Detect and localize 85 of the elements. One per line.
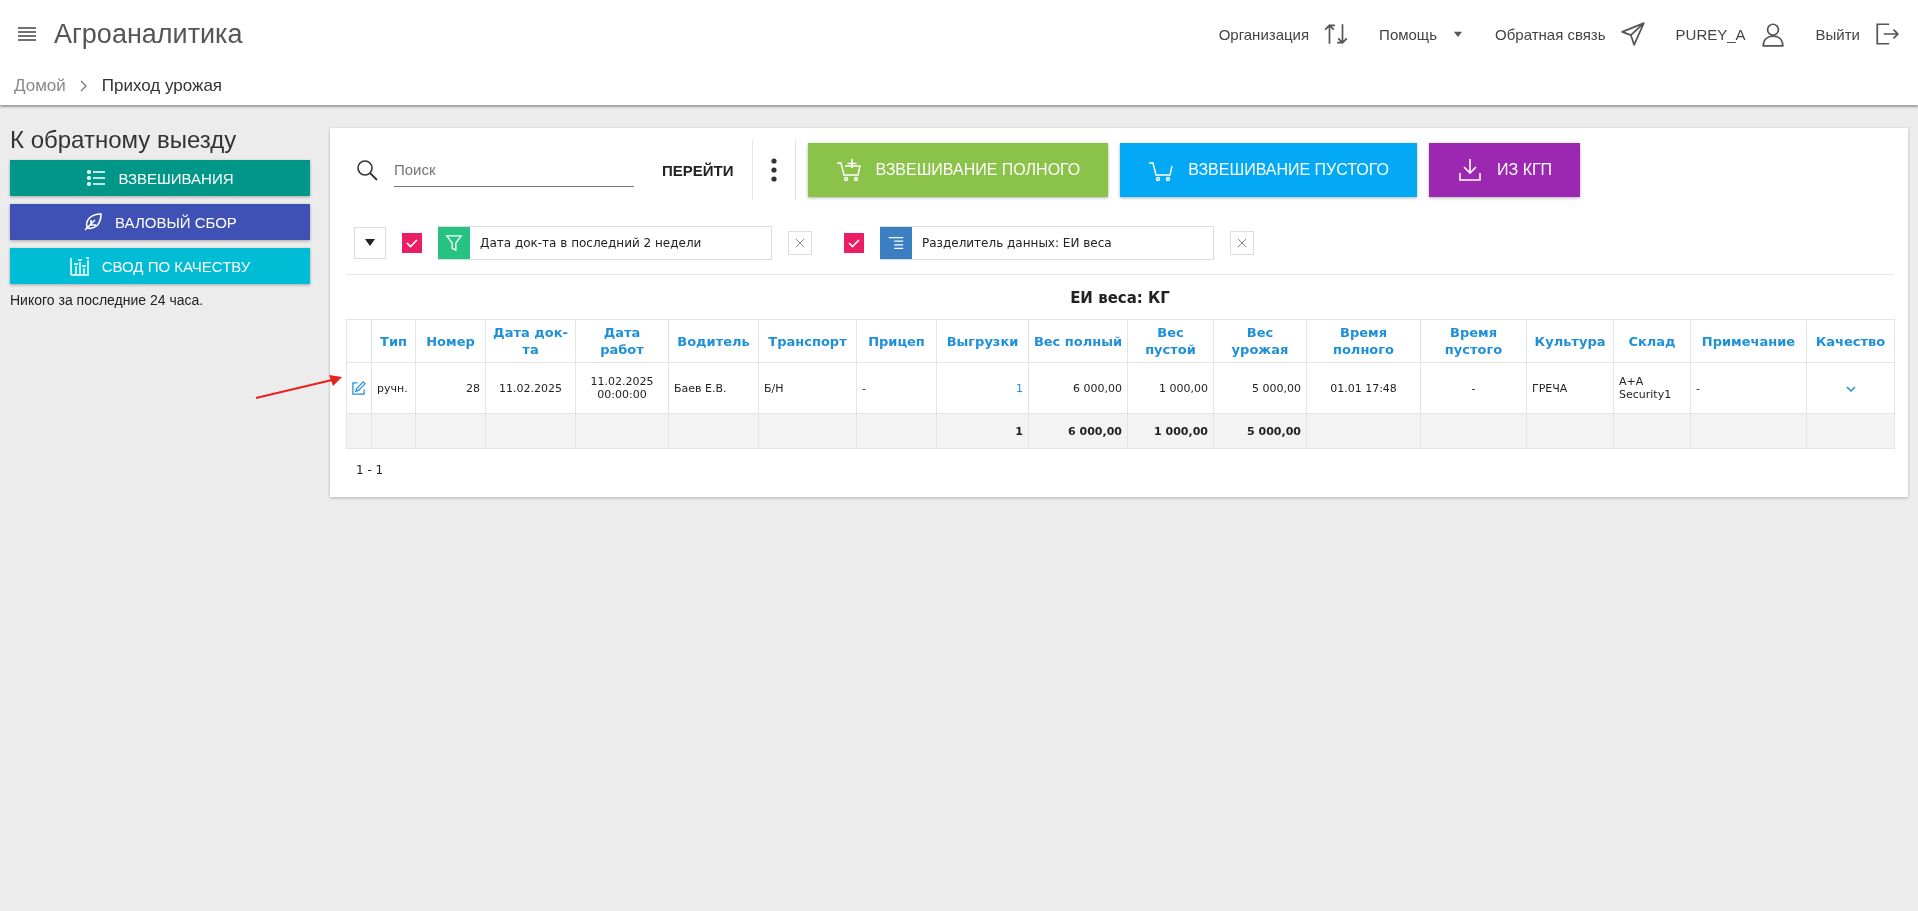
column-header[interactable]: Культура — [1526, 319, 1614, 363]
table-cell: A+A Security1 — [1619, 375, 1672, 401]
swap-arrows-icon[interactable] — [1323, 21, 1350, 47]
download-icon — [1457, 158, 1483, 182]
table-cell: 5 000,00 — [1252, 381, 1301, 395]
table-cell: 01.01 17:48 — [1330, 381, 1397, 395]
pagination-range: 1 - 1 — [355, 462, 385, 479]
sidebar-button[interactable]: ВЗВЕШИВАНИЯ — [10, 160, 310, 196]
total-cell: 5 000,00 — [1247, 424, 1301, 438]
list-icon — [86, 168, 107, 188]
column-header[interactable]: Тип — [371, 319, 416, 363]
column-header[interactable]: Дата док-та — [485, 319, 576, 363]
remove-filter-button[interactable] — [1230, 231, 1254, 255]
nav-link[interactable]: Выйти — [1815, 25, 1860, 43]
column-header[interactable]: Примечание — [1690, 319, 1807, 363]
action-button[interactable]: ВЗВЕШИВАНИЕ ПУСТОГО — [1120, 143, 1417, 197]
breadcrumb-link[interactable]: Приход урожая — [101, 76, 223, 96]
column-header[interactable]: Выгрузки — [936, 319, 1029, 363]
table-cell: - — [862, 381, 866, 395]
cart-plus-icon — [835, 158, 862, 182]
table-cell: 1 000,00 — [1159, 381, 1208, 395]
chevron-right-icon — [79, 80, 88, 92]
table-cell: Б/Н — [764, 381, 784, 395]
nav-link[interactable]: Обратная связь — [1495, 25, 1606, 43]
column-header[interactable]: Дата работ — [575, 319, 669, 363]
table-cell: 11.02.2025 00:00:00 — [590, 375, 654, 401]
column-header[interactable]: Номер — [415, 319, 486, 363]
caret-down-icon — [365, 239, 375, 247]
filter-label: Разделитель данных: ЕИ веса — [921, 236, 1112, 250]
column-header[interactable]: Прицеп — [856, 319, 937, 363]
column-header[interactable]: Качество — [1806, 319, 1895, 363]
table-cell: ручн. — [377, 381, 408, 395]
sidebar-button[interactable]: ВАЛОВЫЙ СБОР — [10, 204, 310, 240]
table-cell: 11.02.2025 — [499, 381, 562, 395]
nav-link[interactable]: Организация — [1218, 25, 1310, 43]
search-icon — [356, 159, 378, 181]
paper-plane-icon[interactable] — [1619, 21, 1646, 47]
unloads-link[interactable]: 1 — [1016, 381, 1023, 395]
funnel-icon — [445, 234, 463, 252]
nav-link[interactable]: PUREY_A — [1675, 25, 1746, 43]
lines-icon — [887, 234, 905, 252]
logout-icon[interactable] — [1874, 21, 1900, 47]
column-header[interactable]: Время полного — [1306, 319, 1421, 363]
go-button[interactable]: ПЕРЕЙТИ — [656, 160, 740, 180]
table-caption: ЕИ веса: КГ — [1069, 288, 1171, 309]
app-title: Агроаналитика — [54, 18, 243, 50]
breadcrumb-link[interactable]: Домой — [14, 76, 66, 96]
menu-icon[interactable] — [18, 27, 36, 41]
leaf-icon — [83, 212, 104, 232]
total-cell: 1 — [1015, 424, 1023, 438]
column-header[interactable]: Склад — [1613, 319, 1691, 363]
checkmark-icon — [405, 236, 419, 250]
table-cell: - — [1696, 381, 1700, 395]
column-header[interactable]: Время пустого — [1420, 319, 1527, 363]
total-cell: 1 000,00 — [1154, 424, 1208, 438]
column-header[interactable]: Вес пустой — [1127, 319, 1214, 363]
nav-link[interactable]: Помощь — [1379, 25, 1438, 43]
total-cell: 6 000,00 — [1068, 424, 1122, 438]
checkmark-icon — [847, 236, 861, 250]
checkbox[interactable] — [844, 233, 864, 253]
close-icon — [795, 237, 805, 249]
dropdown-toggle[interactable] — [354, 227, 386, 259]
sidebar-button[interactable]: СВОД ПО КАЧЕСТВУ — [10, 248, 310, 284]
table-cell: Баев Е.В. — [674, 381, 727, 395]
close-icon — [1237, 237, 1247, 249]
table-cell: ГРЕЧА — [1532, 381, 1568, 395]
sidebar-title: К обратному выезду — [10, 126, 238, 154]
status-note: Никого за последние 24 часа. — [10, 292, 205, 308]
action-button[interactable]: ВЗВЕШИВАНИЕ ПОЛНОГО — [807, 143, 1109, 197]
action-button[interactable]: ИЗ КГП — [1429, 143, 1581, 197]
table-cell: 28 — [466, 381, 480, 395]
user-icon[interactable] — [1759, 21, 1786, 47]
column-header[interactable]: Вес полный — [1028, 319, 1128, 363]
chevron-down-icon[interactable] — [1845, 385, 1856, 392]
filter-label: Дата док-та в последний 2 недели — [479, 236, 702, 250]
column-header[interactable]: Транспорт — [758, 319, 857, 363]
chart-bars-icon — [69, 256, 90, 276]
edit-icon[interactable] — [351, 380, 366, 396]
table-cell: 6 000,00 — [1073, 381, 1122, 395]
table-cell: - — [1471, 381, 1476, 395]
more-options-icon[interactable] — [770, 158, 777, 182]
remove-filter-button[interactable] — [788, 231, 812, 255]
column-header[interactable]: Вес урожая — [1213, 319, 1307, 363]
column-header[interactable]: Водитель — [668, 319, 759, 363]
checkbox[interactable] — [402, 233, 422, 253]
